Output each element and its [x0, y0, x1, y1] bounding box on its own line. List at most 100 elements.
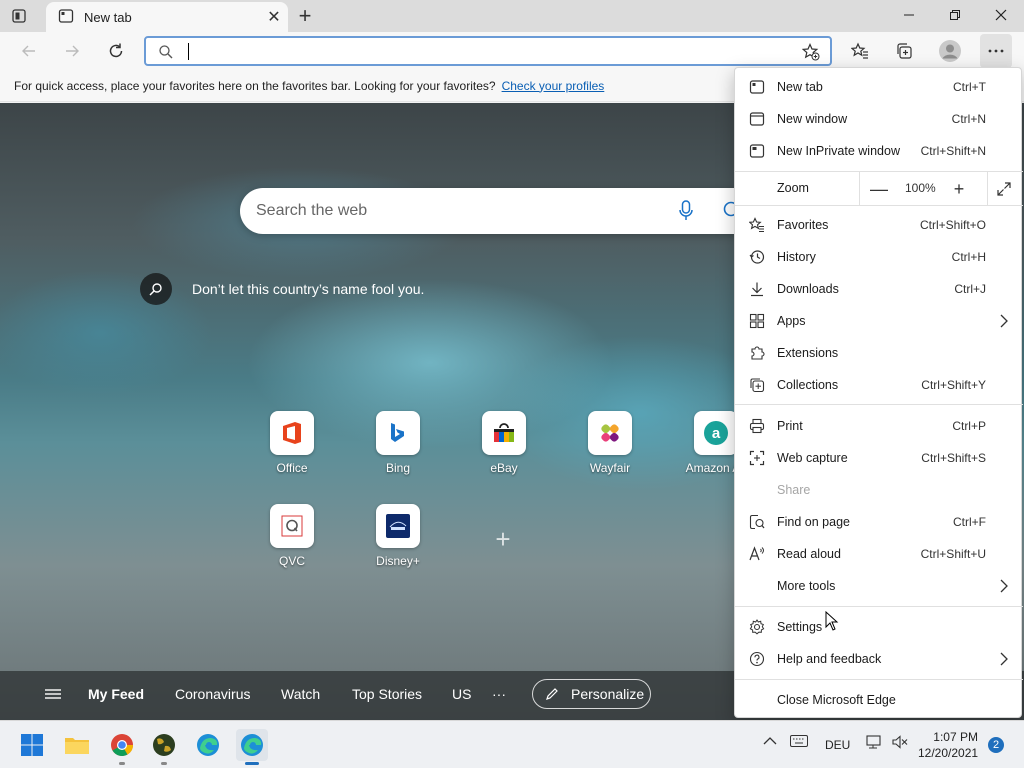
tray-overflow-chevron-icon[interactable] — [763, 735, 777, 749]
menu-item-web-capture[interactable]: Web capture Ctrl+Shift+S — [735, 442, 1023, 474]
menu-separator — [735, 205, 1023, 206]
menu-label: Web capture — [777, 451, 848, 465]
feed-tab-coronavirus[interactable]: Coronavirus — [175, 686, 250, 702]
menu-item-new-inprivate-window[interactable]: New InPrivate window Ctrl+Shift+N — [735, 135, 1023, 167]
menu-separator — [735, 606, 1023, 607]
taskbar-edge[interactable] — [192, 729, 224, 761]
tab-close-icon[interactable]: ✕ — [260, 5, 288, 29]
network-icon[interactable] — [866, 735, 884, 752]
taskbar-file-explorer[interactable] — [61, 729, 93, 761]
apps-icon — [749, 313, 765, 329]
profile-avatar[interactable] — [935, 36, 965, 66]
settings-and-more-menu: New tab Ctrl+T New window Ctrl+N New InP… — [734, 67, 1023, 718]
collections-icon[interactable] — [889, 36, 919, 66]
tab-new-tab[interactable]: New tab ✕ — [46, 2, 288, 32]
address-input[interactable] — [186, 42, 746, 60]
fact-of-day[interactable]: Don’t let this country’s name fool you. — [140, 273, 424, 305]
menu-item-new-tab[interactable]: New tab Ctrl+T — [735, 71, 1023, 103]
personalize-button[interactable]: Personalize — [532, 679, 651, 709]
wayfair-icon — [588, 411, 632, 455]
address-bar[interactable] — [144, 36, 832, 66]
fact-text: Don’t let this country’s name fool you. — [192, 281, 425, 297]
menu-label: Settings — [777, 620, 823, 634]
help-icon — [749, 651, 765, 667]
quicklink-office[interactable]: Office — [247, 411, 337, 475]
favorites-icon[interactable] — [845, 36, 875, 66]
menu-item-more-tools[interactable]: More tools — [735, 570, 1023, 602]
close-window-button[interactable] — [978, 0, 1024, 30]
menu-label: New InPrivate window — [777, 144, 900, 158]
menu-item-read-aloud[interactable]: Read aloud Ctrl+Shift+U — [735, 538, 1023, 570]
feed-tab-watch[interactable]: Watch — [281, 686, 320, 702]
clock-date: 12/20/2021 — [918, 746, 979, 760]
check-profiles-link[interactable]: Check your profiles — [502, 79, 605, 93]
hamburger-menu-icon[interactable] — [44, 687, 62, 704]
personalize-label: Personalize — [571, 686, 645, 702]
menu-label: Print — [777, 419, 803, 433]
add-favorite-icon[interactable] — [801, 43, 820, 64]
taskbar-chrome[interactable] — [106, 729, 138, 765]
new-tab-button[interactable]: + — [292, 3, 318, 28]
menu-item-find-on-page[interactable]: Find on page Ctrl+F — [735, 506, 1023, 538]
zoom-in-button[interactable]: + — [946, 177, 972, 201]
start-button[interactable] — [16, 729, 48, 761]
back-button[interactable] — [14, 36, 44, 66]
menu-shortcut: Ctrl+Shift+O — [919, 218, 986, 232]
inprivate-icon — [749, 144, 765, 158]
feed-tab-my-feed[interactable]: My Feed — [88, 686, 144, 702]
pencil-icon — [546, 688, 558, 700]
refresh-button[interactable] — [101, 36, 131, 66]
menu-item-apps[interactable]: Apps — [735, 305, 1023, 337]
keyboard-icon[interactable] — [790, 735, 808, 750]
forward-button[interactable] — [57, 36, 87, 66]
quicklink-bing[interactable]: Bing — [353, 411, 443, 475]
menu-item-zoom: Zoom — 100% + — [735, 172, 1023, 206]
minimize-button[interactable] — [886, 0, 932, 30]
printer-icon — [749, 418, 765, 434]
menu-item-extensions[interactable]: Extensions — [735, 337, 1023, 369]
menu-label: New tab — [777, 80, 823, 94]
menu-shortcut: Ctrl+Shift+S — [921, 451, 986, 465]
tab-actions-icon[interactable] — [8, 6, 30, 26]
settings-more-button[interactable] — [980, 34, 1012, 68]
tile-label: Office — [276, 461, 308, 475]
quicklink-wayfair[interactable]: Wayfair — [565, 411, 655, 475]
volume-muted-icon[interactable] — [892, 735, 908, 752]
feed-tab-us[interactable]: US — [452, 686, 471, 702]
taskbar-app[interactable] — [148, 729, 180, 765]
fullscreen-button[interactable] — [991, 177, 1017, 201]
menu-item-print[interactable]: Print Ctrl+P — [735, 410, 1023, 442]
menu-shortcut: Ctrl+P — [952, 419, 986, 433]
microphone-icon[interactable] — [678, 200, 694, 225]
zoom-out-button[interactable]: — — [866, 177, 892, 201]
collections-menu-icon — [750, 378, 765, 393]
toolbar — [0, 32, 1024, 70]
menu-item-history[interactable]: History Ctrl+H — [735, 241, 1023, 273]
add-quicklink-button[interactable]: + — [488, 524, 518, 554]
clock[interactable]: 1:07 PM 12/20/2021 — [918, 729, 978, 761]
menu-item-favorites[interactable]: Favorites Ctrl+Shift+O — [735, 209, 1023, 241]
quicklink-disney-plus[interactable]: Disney+ — [353, 504, 443, 568]
menu-item-collections[interactable]: Collections Ctrl+Shift+Y — [735, 369, 1023, 401]
language-indicator[interactable]: DEU — [825, 738, 850, 752]
menu-item-downloads[interactable]: Downloads Ctrl+J — [735, 273, 1023, 305]
menu-label: New window — [777, 112, 848, 126]
taskbar-edge-active[interactable] — [236, 729, 268, 765]
feed-tab-top-stories[interactable]: Top Stories — [352, 686, 422, 702]
text-caret — [188, 43, 189, 60]
restore-button[interactable] — [932, 0, 978, 30]
menu-separator — [735, 404, 1023, 405]
feed-more-button[interactable]: ··· — [492, 686, 506, 702]
menu-label: Share — [777, 483, 811, 497]
web-search-placeholder: Search the web — [256, 202, 368, 219]
office-icon — [270, 411, 314, 455]
web-search-box[interactable]: Search the web — [240, 188, 760, 234]
windows-logo-icon — [21, 734, 43, 756]
notification-badge[interactable]: 2 — [988, 737, 1004, 753]
menu-item-new-window[interactable]: New window Ctrl+N — [735, 103, 1023, 135]
menu-item-help-and-feedback[interactable]: Help and feedback — [735, 643, 1023, 675]
quicklink-ebay[interactable]: eBay — [459, 411, 549, 475]
menu-item-settings[interactable]: Settings — [735, 611, 1023, 643]
quicklink-qvc[interactable]: QVC — [247, 504, 337, 568]
menu-item-close-edge[interactable]: Close Microsoft Edge — [735, 684, 1023, 716]
